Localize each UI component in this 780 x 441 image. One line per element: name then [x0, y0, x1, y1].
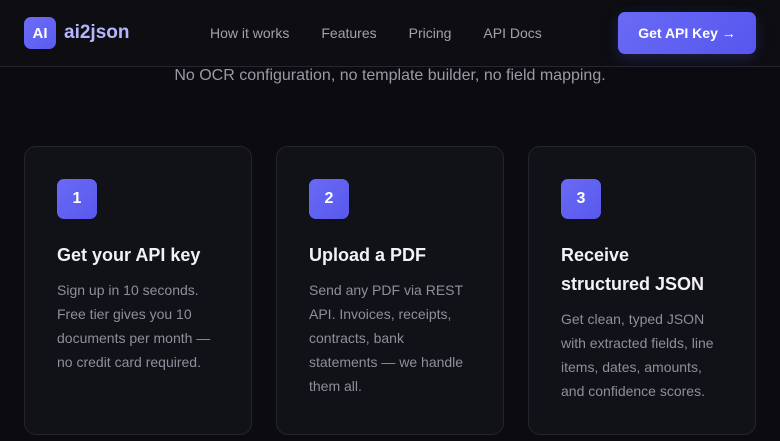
nav-link-how-it-works[interactable]: How it works [210, 25, 289, 41]
hero-subtitle: No OCR configuration, no template builde… [174, 67, 606, 84]
nav-links: How it works Features Pricing API Docs [210, 0, 542, 66]
step-card-1: 1 Get your API key Sign up in 10 seconds… [24, 146, 252, 435]
step-description: Get clean, typed JSON with extracted fie… [561, 311, 714, 399]
top-nav: AI ai2json How it works Features Pricing… [0, 0, 780, 67]
nav-link-api-docs[interactable]: API Docs [483, 25, 541, 41]
step-title: Receive structured JSON [561, 245, 705, 294]
logo-text: ai2json [64, 22, 130, 43]
step-title: Upload a PDF [309, 245, 427, 265]
logo-badge: AI [24, 17, 56, 49]
nav-link-pricing[interactable]: Pricing [409, 25, 452, 41]
step-card-2: 2 Upload a PDF Send any PDF via REST API… [276, 146, 504, 435]
step-card-3: 3 Receive structured JSON Get clean, typ… [528, 146, 756, 435]
step-number-badge: 2 [309, 179, 349, 219]
logo[interactable]: AI ai2json [24, 17, 129, 49]
nav-link-features[interactable]: Features [321, 25, 376, 41]
step-number-badge: 1 [57, 179, 97, 219]
step-number-badge: 3 [561, 179, 601, 219]
step-description: Send any PDF via REST API. Invoices, rec… [309, 282, 464, 394]
step-description: Sign up in 10 seconds. Free tier gives y… [57, 282, 211, 370]
step-title: Get your API key [57, 245, 201, 265]
get-api-key-button[interactable]: Get API Key → [618, 12, 756, 54]
